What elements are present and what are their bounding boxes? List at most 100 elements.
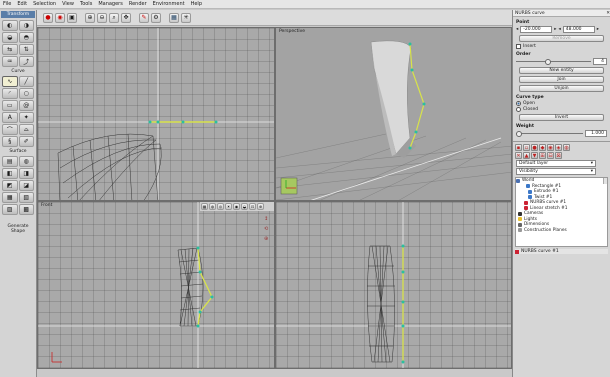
new-entity-button[interactable]: New entity xyxy=(519,67,604,74)
open-radio[interactable] xyxy=(516,101,521,106)
insert-label: Insert xyxy=(523,44,536,49)
align-icon[interactable]: ⇆ xyxy=(2,44,18,55)
patch-icon[interactable]: ◪ xyxy=(18,180,34,191)
settings-icon[interactable]: ⚙ xyxy=(151,12,161,23)
helix-icon[interactable]: § xyxy=(2,136,18,147)
layer-material-icon[interactable]: ◍ xyxy=(563,144,570,151)
layer-down-icon[interactable]: ▼ xyxy=(531,152,538,159)
prev-y-icon[interactable]: ◂ xyxy=(559,27,561,32)
selected-object-row[interactable]: NURBS curve #1 xyxy=(515,249,608,254)
viewport-perspective[interactable]: Perspective xyxy=(275,27,512,201)
unjoin-button[interactable]: Unjoin xyxy=(519,85,604,92)
next-y-icon[interactable]: ▸ xyxy=(597,27,599,32)
weight-label: Weight xyxy=(516,124,534,129)
polyline-icon[interactable]: ╱ xyxy=(18,76,34,87)
menu-environment[interactable]: Environment xyxy=(153,1,185,7)
layer-render-icon[interactable]: ◈ xyxy=(555,144,562,151)
layer-delete-icon[interactable]: ✕ xyxy=(515,152,522,159)
layer-color-icon[interactable]: ● xyxy=(531,144,538,151)
menu-file[interactable]: File xyxy=(3,1,11,7)
layer-lock-icon[interactable]: ◆ xyxy=(539,144,546,151)
scale-icon[interactable]: ◒ xyxy=(2,32,18,43)
order-slider[interactable] xyxy=(516,58,591,65)
zoom-extents-icon[interactable]: ⌕ xyxy=(109,12,119,23)
zoom-out-icon[interactable]: ⊖ xyxy=(97,12,107,23)
zoom-in-icon[interactable]: ⊕ xyxy=(85,12,95,23)
visibility-select[interactable]: Visibility ▾ xyxy=(516,168,596,175)
closed-radio[interactable] xyxy=(516,107,521,112)
spiral-icon[interactable]: @ xyxy=(18,100,34,111)
layer-merge-icon[interactable]: ⊞ xyxy=(539,152,546,159)
layer-select[interactable]: Default layer ▾ xyxy=(516,160,596,167)
layer-toolbar-row-2: ✕ ▲ ▼ ⊞ ⊟ ⊠ xyxy=(515,152,608,159)
viewport-side[interactable] xyxy=(275,201,512,369)
insert-checkbox[interactable] xyxy=(516,44,521,49)
order-field[interactable]: 4 xyxy=(593,58,607,65)
record-icon[interactable]: ● xyxy=(43,12,53,23)
twist-icon xyxy=(528,195,532,200)
revolve-icon[interactable]: ◍ xyxy=(18,156,34,167)
menu-view[interactable]: View xyxy=(62,1,74,7)
nurbs-curve-icon[interactable]: ∿ xyxy=(2,76,18,87)
layer-filter-icon[interactable]: ⊠ xyxy=(555,152,562,159)
close-icon[interactable]: ✕ xyxy=(606,11,610,16)
point-y-field[interactable]: 48.000 xyxy=(562,26,595,33)
text-curve-icon[interactable]: A xyxy=(2,112,18,123)
viewport-nav-icons[interactable]: ↕ ⟲ ⊕ xyxy=(264,214,268,244)
sweep-icon[interactable]: ◨ xyxy=(18,168,34,179)
tree-construction-planes[interactable]: Construction Planes xyxy=(516,228,607,234)
star-icon[interactable]: ✳ xyxy=(181,12,191,23)
offset-icon[interactable]: ⌒ xyxy=(2,124,18,135)
tree-scrollbar[interactable] xyxy=(603,178,607,184)
skin-icon[interactable]: ▧ xyxy=(18,192,34,203)
layer-group-icon[interactable]: ⊟ xyxy=(547,152,554,159)
blend-icon[interactable]: ▨ xyxy=(2,204,18,215)
twist-icon[interactable]: ♒ xyxy=(2,56,18,67)
layer-new-icon[interactable]: ▪ xyxy=(515,144,522,151)
rotate-icon[interactable]: ◑ xyxy=(18,20,34,31)
snap-icon[interactable]: ◉ xyxy=(55,12,65,23)
circle-icon[interactable]: ○ xyxy=(18,88,34,99)
front-view-canvas xyxy=(38,202,274,368)
layer-visible-icon[interactable]: ◉ xyxy=(547,144,554,151)
menu-render[interactable]: Render xyxy=(129,1,147,7)
paint-icon[interactable]: ✎ xyxy=(139,12,149,23)
arc-icon[interactable]: ◜ xyxy=(2,88,18,99)
main-toolbar: ● ◉ ▣ ⊕ ⊖ ⌕ ✥ ✎ ⚙ ▦ ✳ xyxy=(37,10,512,26)
fillet-icon[interactable]: ⌓ xyxy=(18,124,34,135)
star-shape-icon[interactable]: ✦ xyxy=(18,112,34,123)
rectangle-icon[interactable]: ▭ xyxy=(2,100,18,111)
move-icon[interactable]: ◐ xyxy=(2,20,18,31)
select-icon[interactable]: ▦ xyxy=(169,12,179,23)
menu-help[interactable]: Help xyxy=(191,1,202,7)
mirror-icon[interactable]: ◓ xyxy=(18,32,34,43)
menu-tools[interactable]: Tools xyxy=(80,1,92,7)
viewport-top[interactable] xyxy=(37,27,275,201)
invert-button[interactable]: Invert xyxy=(519,114,604,121)
point-x-field[interactable]: -20.000 xyxy=(520,26,553,33)
join-button[interactable]: Join xyxy=(519,76,604,83)
layer-up-icon[interactable]: ▲ xyxy=(523,152,530,159)
weight-slider[interactable] xyxy=(516,130,583,137)
bend-icon[interactable]: ⤴ xyxy=(18,56,34,67)
render-icon[interactable]: ▣ xyxy=(67,12,77,23)
array-icon[interactable]: ⇅ xyxy=(18,44,34,55)
menu-edit[interactable]: Edit xyxy=(17,1,27,7)
weight-field[interactable]: 1.000 xyxy=(585,130,607,137)
prev-point-icon[interactable]: ◂ xyxy=(516,27,518,32)
freehand-icon[interactable]: ✐ xyxy=(18,136,34,147)
pan-icon[interactable]: ✥ xyxy=(121,12,131,23)
next-point-icon[interactable]: ▸ xyxy=(554,27,556,32)
extrude-icon xyxy=(528,189,532,194)
pipe-icon[interactable]: ◩ xyxy=(2,180,18,191)
extrude-icon[interactable]: ▤ xyxy=(2,156,18,167)
cap-icon[interactable]: ▩ xyxy=(18,204,34,215)
loft-icon[interactable]: ◧ xyxy=(2,168,18,179)
side-view-canvas xyxy=(276,202,511,368)
remove-button[interactable]: Remove xyxy=(519,35,604,42)
menu-selection[interactable]: Selection xyxy=(33,1,56,7)
menu-managers[interactable]: Managers xyxy=(98,1,123,7)
layer-folder-icon[interactable]: ▫ xyxy=(523,144,530,151)
viewport-front[interactable]: ▦ ◍ ◎ ☀ ◉ ◒ ⊡ ⊕ ↕ ⟲ ⊕ Front xyxy=(37,201,275,369)
network-icon[interactable]: ▦ xyxy=(2,192,18,203)
